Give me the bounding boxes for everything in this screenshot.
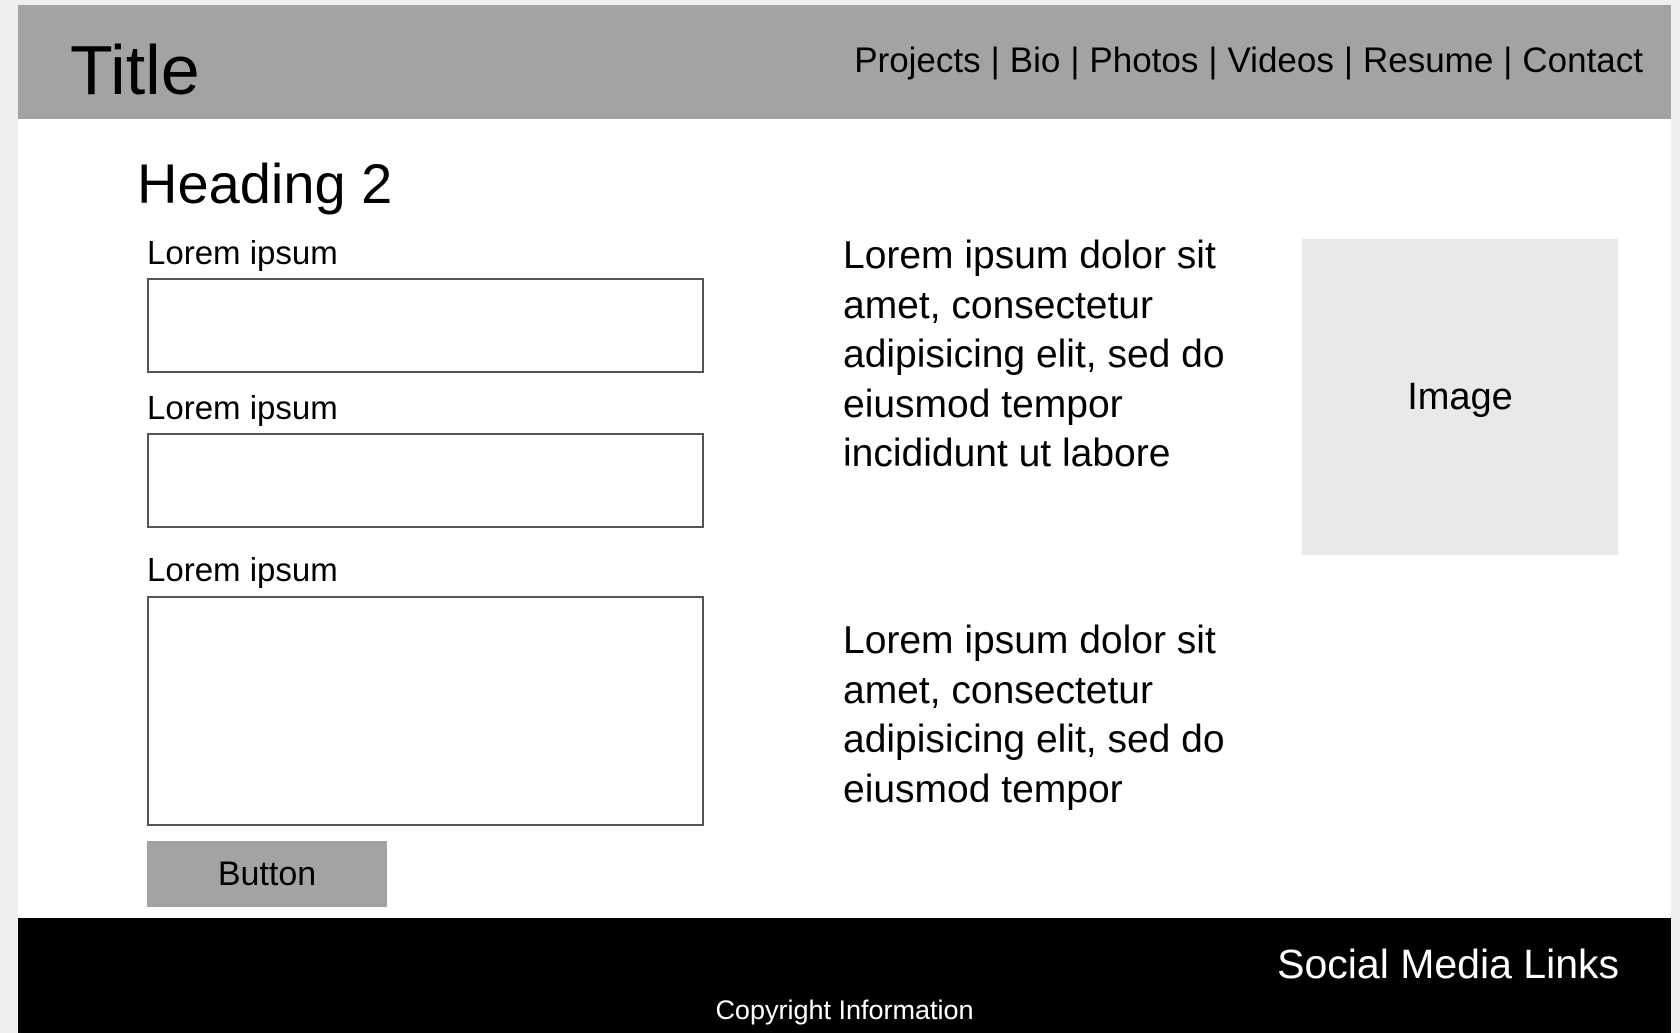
header-bar: Title Projects | Bio | Photos | Videos | Resume |…: [18, 5, 1671, 119]
nav-separator: |: [1070, 41, 1080, 80]
site-title: Title: [70, 31, 200, 109]
nav-separator: |: [1208, 41, 1218, 80]
nav-separator: |: [1503, 41, 1513, 80]
image-label: Image: [1407, 375, 1513, 418]
text-input-2[interactable]: [147, 433, 704, 528]
nav-separator: |: [1343, 41, 1353, 80]
submit-button[interactable]: Button: [147, 841, 387, 907]
nav-resume[interactable]: Resume: [1363, 41, 1493, 80]
paragraph-1: Lorem ipsum dolor sit amet, consectetur …: [843, 234, 1225, 475]
page-heading: Heading 2: [137, 152, 393, 215]
image-placeholder: Image: [1302, 239, 1618, 555]
footer-bar: Social Media Links Copyright Information: [18, 918, 1671, 1033]
copyright-text: Copyright Information: [715, 995, 974, 1025]
text-input-1[interactable]: [147, 278, 704, 373]
nav-photos[interactable]: Photos: [1089, 41, 1198, 80]
social-media-links[interactable]: Social Media Links: [1277, 940, 1619, 988]
nav-projects[interactable]: Projects: [854, 41, 980, 80]
paragraph-2: Lorem ipsum dolor sit amet, consectetur …: [843, 619, 1225, 811]
nav-separator: |: [990, 41, 1000, 80]
field-label-3: Lorem ipsum: [147, 551, 338, 588]
main-nav: Projects | Bio | Photos | Videos | Resume | Contac…: [854, 39, 1643, 83]
textarea-input[interactable]: [147, 596, 704, 826]
page: Title Projects | Bio | Photos | Videos | Resume |…: [18, 5, 1671, 1033]
nav-contact[interactable]: Contact: [1522, 41, 1643, 80]
nav-bio[interactable]: Bio: [1010, 41, 1061, 80]
field-label-2: Lorem ipsum: [147, 389, 338, 426]
nav-videos[interactable]: Videos: [1227, 41, 1333, 80]
field-label-1: Lorem ipsum: [147, 234, 338, 271]
